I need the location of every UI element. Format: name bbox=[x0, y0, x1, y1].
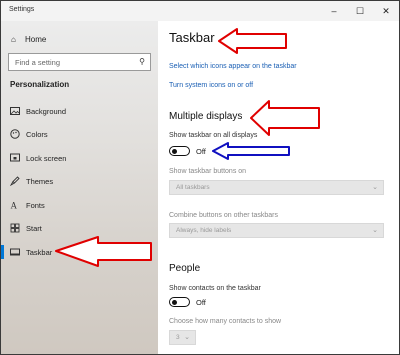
sidebar-section-title: Personalization bbox=[10, 80, 70, 89]
how-many-value: 3 bbox=[176, 334, 180, 341]
close-button[interactable]: ✕ bbox=[373, 1, 399, 21]
how-many-label: Choose how many contacts to show bbox=[169, 318, 282, 325]
search-placeholder: Find a setting bbox=[15, 58, 61, 67]
how-many-dropdown[interactable]: 3 ⌄ bbox=[169, 330, 196, 345]
sidebar-item-start[interactable]: Start bbox=[1, 218, 158, 238]
start-icon bbox=[10, 223, 20, 233]
chevron-down-icon: ⌄ bbox=[184, 334, 190, 341]
sidebar-item-fonts[interactable]: A Fonts bbox=[1, 195, 158, 215]
system-icons-link[interactable]: Turn system icons on or off bbox=[169, 82, 253, 89]
sidebar-item-lock-screen[interactable]: Lock screen bbox=[1, 148, 158, 168]
taskbar-icon bbox=[10, 248, 20, 256]
sidebar-item-label: Colors bbox=[26, 130, 48, 139]
sidebar-item-background[interactable]: Background bbox=[1, 101, 158, 121]
sidebar-item-label: Lock screen bbox=[26, 154, 67, 163]
page-title: Taskbar bbox=[169, 30, 215, 45]
palette-icon bbox=[10, 129, 20, 139]
search-icon: ⚲ bbox=[139, 57, 145, 66]
sidebar-item-label: Background bbox=[26, 107, 67, 116]
show-on-all-state: Off bbox=[196, 147, 206, 156]
sidebar-item-themes[interactable]: Themes bbox=[1, 171, 158, 191]
brush-icon bbox=[10, 176, 20, 186]
chevron-down-icon: ⌄ bbox=[372, 227, 378, 234]
search-input[interactable]: Find a setting ⚲ bbox=[8, 53, 151, 71]
chevron-down-icon: ⌄ bbox=[372, 184, 378, 191]
multiple-displays-heading: Multiple displays bbox=[169, 111, 243, 122]
toggle-knob bbox=[172, 299, 177, 305]
fonts-icon: A bbox=[11, 201, 18, 211]
people-heading: People bbox=[169, 263, 201, 274]
sidebar-item-label: Fonts bbox=[26, 201, 45, 210]
home-icon: ⌂ bbox=[11, 35, 16, 44]
sidebar-home[interactable]: ⌂ Home bbox=[11, 35, 46, 44]
select-icons-link[interactable]: Select which icons appear on the taskbar bbox=[169, 63, 297, 70]
sidebar-item-label: Taskbar bbox=[26, 248, 53, 257]
sidebar-item-label: Start bbox=[26, 224, 42, 233]
picture-icon bbox=[10, 107, 20, 115]
lock-screen-icon bbox=[10, 153, 20, 162]
svg-text:A: A bbox=[11, 201, 18, 211]
contacts-toggle[interactable] bbox=[169, 297, 190, 307]
contacts-state: Off bbox=[196, 298, 206, 307]
sidebar-home-label: Home bbox=[25, 35, 47, 44]
buttons-on-value: All taskbars bbox=[176, 184, 210, 191]
show-on-all-toggle[interactable] bbox=[169, 146, 190, 156]
settings-window: Settings – ☐ ✕ ⌂ Home Find a setting ⚲ Pe… bbox=[0, 0, 400, 355]
combine-dropdown[interactable]: Always, hide labels ⌄ bbox=[169, 223, 384, 238]
sidebar: ⌂ Home Find a setting ⚲ Personalization B… bbox=[1, 21, 158, 354]
title-bar: Settings – ☐ ✕ bbox=[1, 1, 399, 21]
sidebar-item-label: Themes bbox=[26, 177, 54, 186]
combine-label: Combine buttons on other taskbars bbox=[169, 212, 278, 219]
buttons-on-dropdown[interactable]: All taskbars ⌄ bbox=[169, 180, 384, 195]
buttons-on-label: Show taskbar buttons on bbox=[169, 168, 247, 175]
toggle-knob bbox=[172, 148, 177, 154]
contacts-label: Show contacts on the taskbar bbox=[169, 285, 261, 292]
maximize-button[interactable]: ☐ bbox=[347, 1, 373, 21]
sidebar-item-colors[interactable]: Colors bbox=[1, 124, 158, 144]
show-on-all-label: Show taskbar on all displays bbox=[169, 132, 258, 139]
minimize-button[interactable]: – bbox=[321, 1, 347, 21]
window-title: Settings bbox=[9, 6, 35, 13]
main-panel: Taskbar Select which icons appear on the… bbox=[158, 21, 399, 354]
sidebar-item-taskbar[interactable]: Taskbar bbox=[1, 242, 158, 262]
combine-value: Always, hide labels bbox=[176, 227, 232, 234]
